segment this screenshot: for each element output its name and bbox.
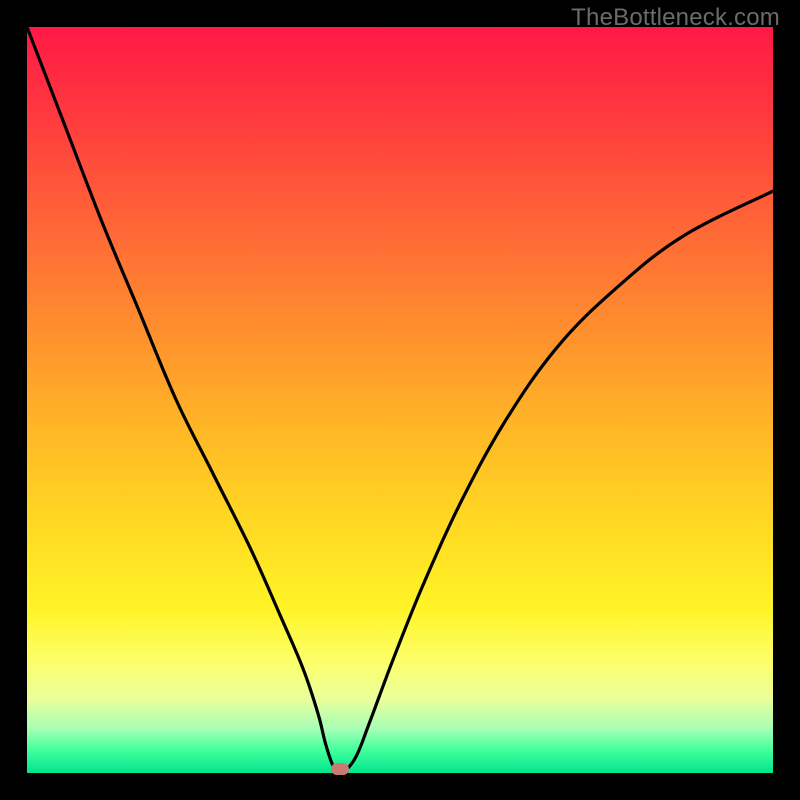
chart-container: TheBottleneck.com [0,0,800,800]
watermark-text: TheBottleneck.com [571,4,780,32]
minimum-marker [331,763,349,775]
bottleneck-curve-path [27,27,773,773]
plot-area [27,27,773,773]
curve-svg [27,27,773,773]
